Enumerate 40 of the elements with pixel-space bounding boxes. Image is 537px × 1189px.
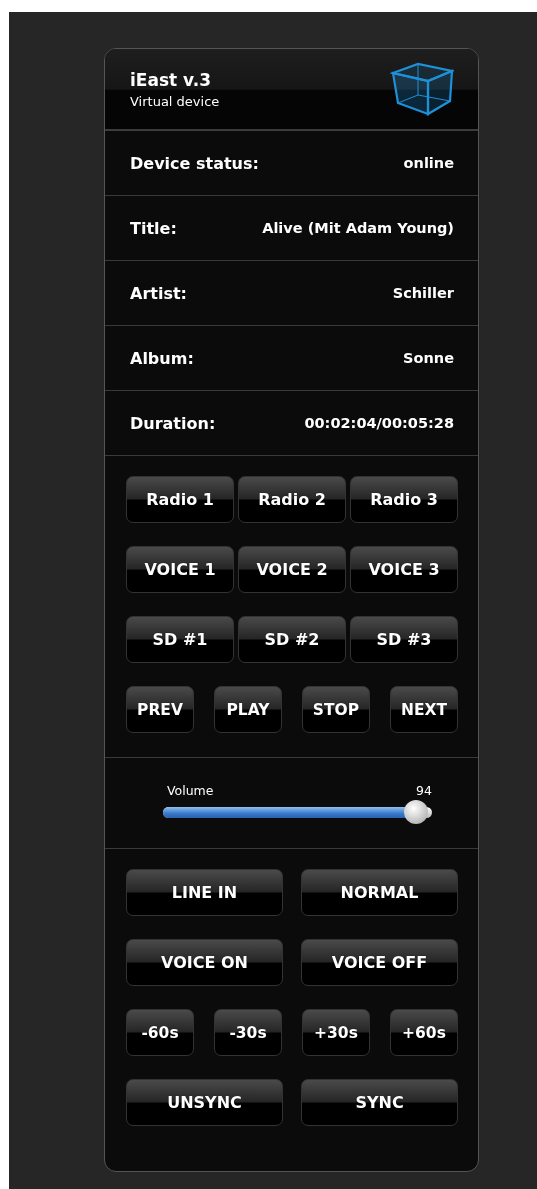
- slider-thumb[interactable]: [403, 800, 428, 824]
- control-button[interactable]: VOICE OFF: [301, 939, 458, 986]
- control-button[interactable]: Radio 2: [238, 476, 346, 523]
- volume-slider[interactable]: [163, 800, 432, 825]
- info-value: Sonne: [403, 350, 454, 366]
- volume-label: Volume: [167, 783, 214, 798]
- control-button[interactable]: SD #3: [350, 616, 458, 663]
- control-button[interactable]: +30s: [302, 1009, 370, 1056]
- device-title: iEast v.3: [130, 69, 213, 90]
- control-button[interactable]: UNSYNC: [126, 1079, 283, 1126]
- info-value: Alive (Mit Adam Young): [262, 220, 454, 236]
- control-button[interactable]: -60s: [126, 1009, 194, 1056]
- cube-icon: [390, 61, 454, 117]
- info-label: Album:: [130, 348, 194, 368]
- control-button[interactable]: PLAY: [214, 686, 282, 733]
- info-value: Schiller: [392, 285, 454, 301]
- volume-reading: 94: [416, 783, 432, 798]
- control-button[interactable]: SD #1: [126, 616, 234, 663]
- control-button[interactable]: VOICE 1: [126, 546, 234, 593]
- control-button[interactable]: PREV: [126, 686, 194, 733]
- info-label: Artist:: [130, 283, 187, 303]
- control-button[interactable]: -30s: [214, 1009, 282, 1056]
- control-button[interactable]: NEXT: [390, 686, 458, 733]
- control-button[interactable]: VOICE ON: [126, 939, 283, 986]
- control-button[interactable]: NORMAL: [301, 869, 458, 916]
- control-button[interactable]: SD #2: [238, 616, 346, 663]
- control-button[interactable]: Radio 3: [350, 476, 458, 523]
- control-button[interactable]: Radio 1: [126, 476, 234, 523]
- device-subtitle: Virtual device: [130, 93, 220, 109]
- control-button[interactable]: LINE IN: [126, 869, 283, 916]
- control-button[interactable]: VOICE 2: [238, 546, 346, 593]
- control-button[interactable]: SYNC: [301, 1079, 458, 1126]
- info-label: Title:: [130, 218, 177, 238]
- control-button[interactable]: VOICE 3: [350, 546, 458, 593]
- info-value: online: [403, 155, 454, 171]
- info-value: 00:02:04/00:05:28: [304, 415, 454, 431]
- control-button[interactable]: STOP: [302, 686, 370, 733]
- info-label: Duration:: [130, 413, 216, 433]
- control-button[interactable]: +60s: [390, 1009, 458, 1056]
- info-label: Device status:: [130, 153, 259, 173]
